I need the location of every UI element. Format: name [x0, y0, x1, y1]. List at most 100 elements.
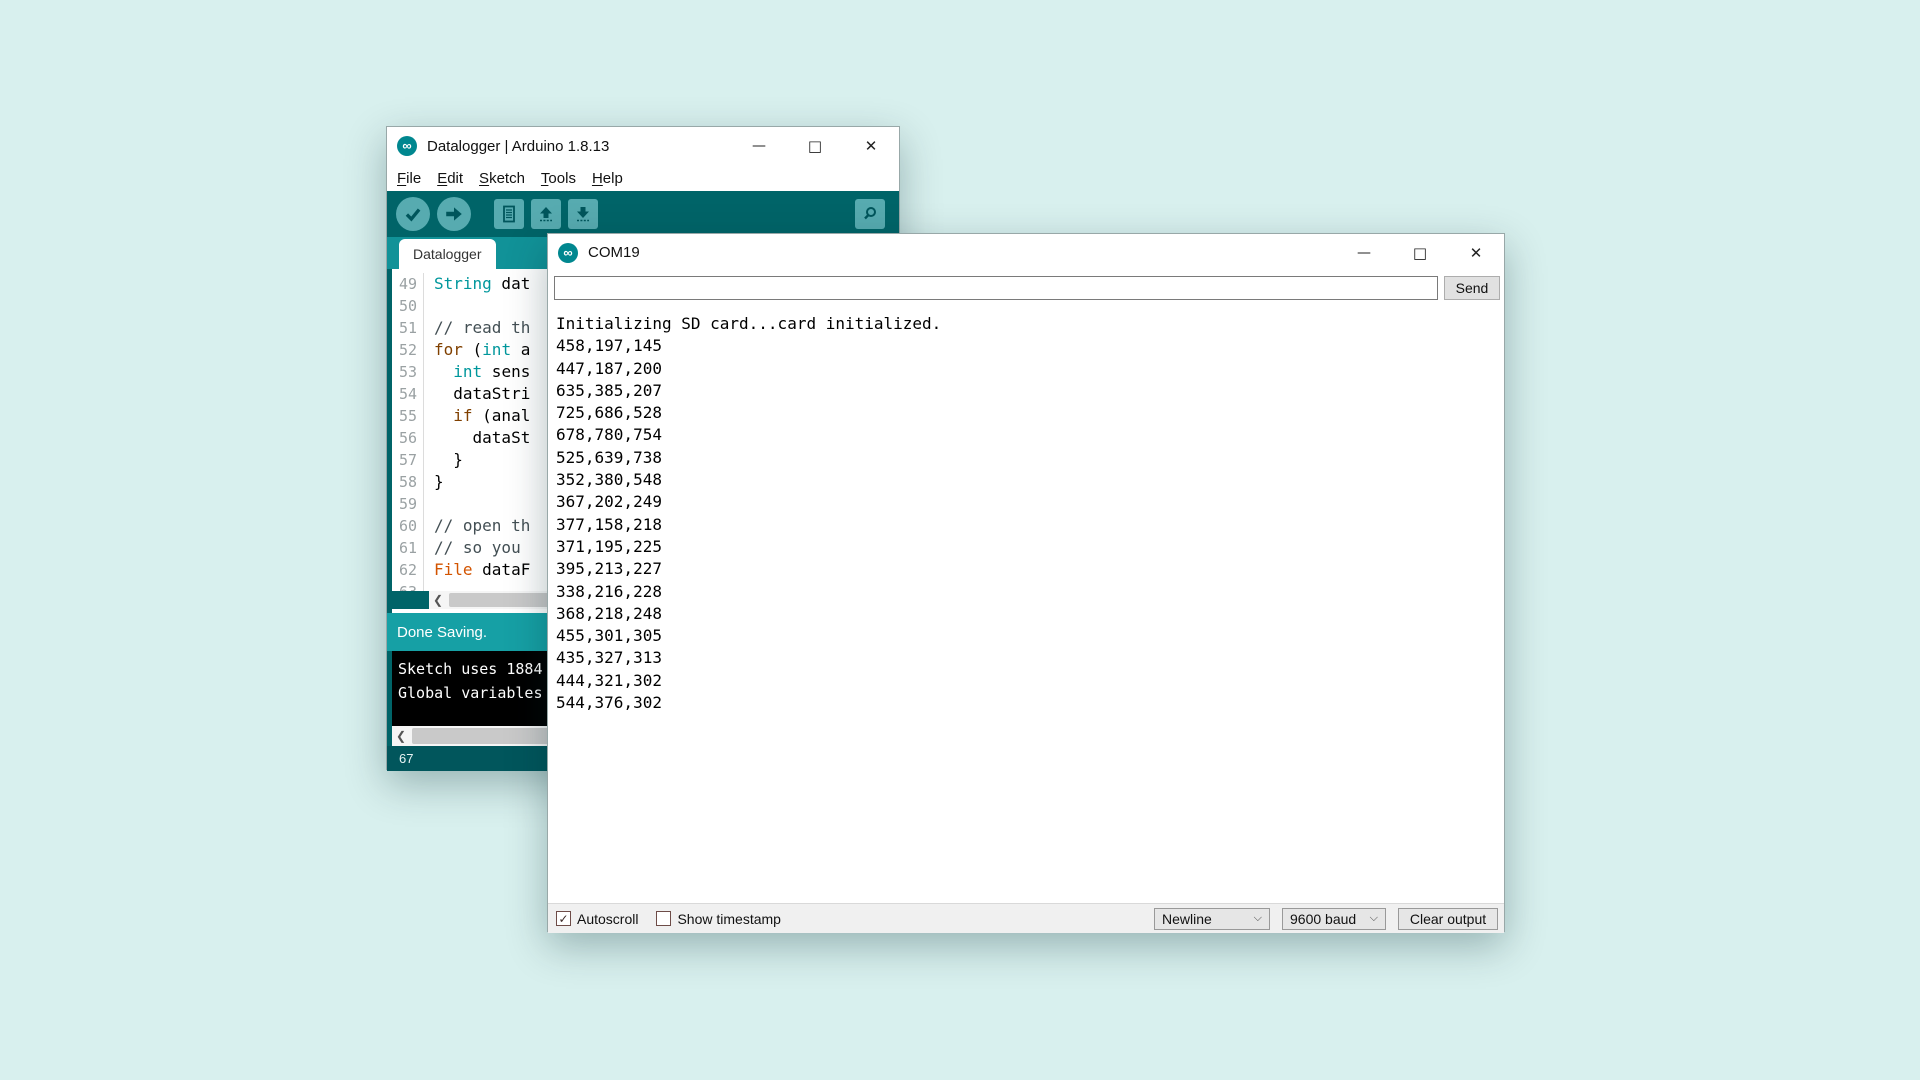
code-text: // so you	[424, 537, 530, 559]
cursor-line-indicator: 67	[399, 751, 413, 766]
code-text: dataSt	[424, 427, 530, 449]
serial-output-line: 525,639,738	[556, 447, 1504, 469]
serial-output-line: 338,216,228	[556, 581, 1504, 603]
serial-output-line: 725,686,528	[556, 402, 1504, 424]
upload-button[interactable]	[437, 197, 471, 231]
menu-item[interactable]: Edit	[437, 170, 463, 187]
serial-output-line: 544,376,302	[556, 692, 1504, 714]
code-text	[424, 295, 434, 317]
serial-output-line: 368,218,248	[556, 603, 1504, 625]
serial-input-row: Send	[548, 271, 1504, 307]
serial-output-line: Initializing SD card...card initialized.	[556, 313, 1504, 335]
line-number: 57	[392, 449, 424, 471]
code-text	[424, 493, 434, 515]
menu-item[interactable]: File	[397, 170, 421, 187]
code-text: dataStri	[424, 383, 530, 405]
code-text: }	[424, 449, 463, 471]
serial-output[interactable]: Initializing SD card...card initialized.…	[548, 307, 1504, 903]
menu-bar: File Edit Sketch Tools Help	[387, 165, 899, 191]
line-number: 58	[392, 471, 424, 493]
serial-output-line: 458,197,145	[556, 335, 1504, 357]
arduino-logo-icon: ∞	[558, 243, 578, 263]
code-text: // read th	[424, 317, 530, 339]
save-sketch-button[interactable]	[568, 199, 598, 229]
menu-item[interactable]: Sketch	[479, 170, 525, 187]
serial-input[interactable]	[554, 276, 1438, 300]
code-text: }	[424, 471, 444, 493]
maximize-button[interactable]: □	[1392, 234, 1448, 271]
code-text: File dataF	[424, 559, 530, 581]
line-number: 63	[392, 581, 424, 591]
serial-output-line: 447,187,200	[556, 358, 1504, 380]
maximize-button[interactable]: □	[787, 127, 843, 165]
line-number: 50	[392, 295, 424, 317]
serial-title-bar[interactable]: ∞ COM19 — □ ✕	[548, 234, 1504, 271]
serial-output-line: 435,327,313	[556, 647, 1504, 669]
serial-bottom-bar: ✓ Autoscroll Show timestamp Newline ⌵ 96…	[548, 903, 1504, 933]
serial-output-line: 371,195,225	[556, 536, 1504, 558]
line-number: 59	[392, 493, 424, 515]
toolbar	[387, 191, 899, 237]
arrow-down-icon	[574, 205, 592, 223]
close-button[interactable]: ✕	[1448, 234, 1504, 271]
serial-output-line: 367,202,249	[556, 491, 1504, 513]
magnifier-icon	[861, 205, 879, 223]
line-number: 62	[392, 559, 424, 581]
serial-monitor-button[interactable]	[855, 199, 885, 229]
check-icon	[403, 204, 423, 224]
minimize-button[interactable]: —	[1336, 234, 1392, 271]
arduino-logo-icon: ∞	[397, 136, 417, 156]
line-ending-value: Newline	[1162, 911, 1212, 927]
show-timestamp-checkbox[interactable]	[656, 911, 671, 926]
autoscroll-label: Autoscroll	[577, 911, 638, 927]
serial-output-line: 352,380,548	[556, 469, 1504, 491]
chevron-down-icon: ⌵	[1370, 912, 1385, 925]
line-number: 60	[392, 515, 424, 537]
code-text: int sens	[424, 361, 530, 383]
document-icon	[500, 205, 518, 223]
scroll-left-arrow-icon[interactable]: ❮	[392, 729, 410, 743]
baud-rate-value: 9600 baud	[1290, 911, 1356, 927]
minimize-button[interactable]: —	[731, 127, 787, 165]
status-text: Done Saving.	[397, 624, 487, 641]
new-sketch-button[interactable]	[494, 199, 524, 229]
open-sketch-button[interactable]	[531, 199, 561, 229]
code-text	[424, 581, 434, 591]
serial-output-line: 377,158,218	[556, 514, 1504, 536]
code-text: for (int a	[424, 339, 530, 361]
code-text: String dat	[424, 273, 530, 295]
arduino-title-bar[interactable]: ∞ Datalogger | Arduino 1.8.13 — □ ✕	[387, 127, 899, 165]
verify-button[interactable]	[396, 197, 430, 231]
line-number: 55	[392, 405, 424, 427]
autoscroll-checkbox[interactable]: ✓	[556, 911, 571, 926]
menu-item[interactable]: Help	[592, 170, 623, 187]
serial-output-line: 444,321,302	[556, 670, 1504, 692]
line-number: 53	[392, 361, 424, 383]
code-text: if (anal	[424, 405, 530, 427]
send-button[interactable]: Send	[1444, 276, 1500, 300]
tab-datalogger[interactable]: Datalogger	[399, 239, 496, 269]
serial-output-line: 635,385,207	[556, 380, 1504, 402]
clear-output-button[interactable]: Clear output	[1398, 908, 1498, 930]
scroll-left-arrow-icon[interactable]: ❮	[429, 593, 447, 607]
line-number: 49	[392, 273, 424, 295]
show-timestamp-label: Show timestamp	[677, 911, 780, 927]
line-ending-select[interactable]: Newline ⌵	[1154, 908, 1270, 930]
serial-output-line: 395,213,227	[556, 558, 1504, 580]
serial-window-title: COM19	[588, 244, 640, 261]
line-number: 54	[392, 383, 424, 405]
window-title: Datalogger | Arduino 1.8.13	[427, 138, 609, 155]
arrow-right-icon	[444, 204, 464, 224]
serial-output-line: 678,780,754	[556, 424, 1504, 446]
code-text: // open th	[424, 515, 530, 537]
chevron-down-icon: ⌵	[1254, 912, 1269, 925]
line-number: 56	[392, 427, 424, 449]
baud-rate-select[interactable]: 9600 baud ⌵	[1282, 908, 1386, 930]
close-button[interactable]: ✕	[843, 127, 899, 165]
line-number: 51	[392, 317, 424, 339]
serial-monitor-window: ∞ COM19 — □ ✕ Send Initializing SD card.…	[547, 233, 1505, 932]
line-number: 61	[392, 537, 424, 559]
serial-output-line: 455,301,305	[556, 625, 1504, 647]
menu-item[interactable]: Tools	[541, 170, 576, 187]
line-number: 52	[392, 339, 424, 361]
